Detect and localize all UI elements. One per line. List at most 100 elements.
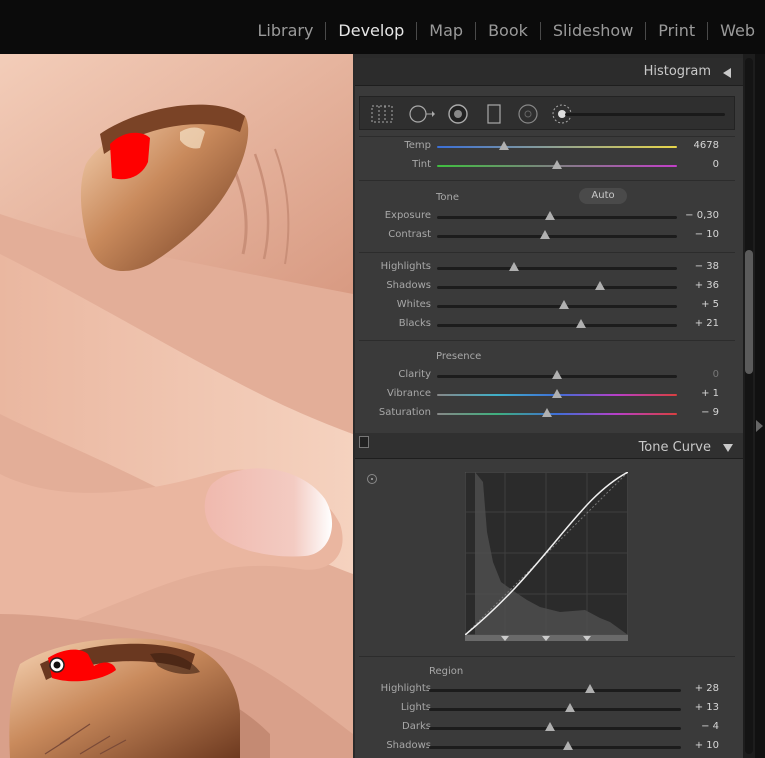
whites-track[interactable]	[437, 305, 677, 308]
module-slideshow[interactable]: Slideshow	[541, 19, 645, 43]
contrast-slider-row[interactable]: Contrast − 10	[359, 227, 735, 246]
vibrance-slider-row[interactable]: Vibrance + 1	[359, 386, 735, 405]
curve-lights-track[interactable]	[429, 708, 681, 711]
vibrance-value[interactable]: + 1	[701, 388, 719, 399]
shadows-thumb[interactable]	[595, 281, 606, 290]
saturation-label: Saturation	[378, 407, 431, 418]
module-map[interactable]: Map	[417, 19, 475, 43]
region-group-title: Region	[429, 666, 464, 677]
histogram-header[interactable]: Histogram	[355, 58, 743, 86]
exposure-thumb[interactable]	[544, 211, 555, 220]
curve-highlights-track[interactable]	[429, 689, 681, 692]
panel-scrollbar[interactable]	[743, 54, 755, 758]
scroll-thumb[interactable]	[745, 250, 753, 374]
curve-shadows-thumb[interactable]	[562, 741, 573, 750]
whites-value[interactable]: + 5	[701, 299, 719, 310]
panel-expand-arrow-icon[interactable]	[756, 420, 763, 432]
curve-darks-track[interactable]	[429, 727, 681, 730]
module-book[interactable]: Book	[476, 19, 540, 43]
saturation-track[interactable]	[437, 413, 677, 415]
white-balance-section: Temp 4678 Tint 0	[359, 138, 735, 178]
presence-section: Clarity 0 Vibrance + 1 Saturation − 9	[359, 367, 735, 427]
expand-triangle-icon[interactable]	[723, 444, 733, 452]
highlights-track[interactable]	[437, 267, 677, 270]
temp-track[interactable]	[437, 146, 677, 148]
shadows-slider-row[interactable]: Shadows + 36	[359, 278, 735, 297]
vibrance-thumb[interactable]	[552, 389, 562, 398]
curve-darks-slider-row[interactable]: Darks − 4	[359, 719, 735, 738]
curve-highlights-slider-row[interactable]: Highlights + 28	[359, 681, 735, 700]
photo-canvas[interactable]	[0, 54, 353, 758]
exposure-slider-row[interactable]: Exposure − 0,30	[359, 208, 735, 227]
radial-filter-icon[interactable]	[516, 104, 540, 128]
saturation-value[interactable]: − 9	[701, 407, 719, 418]
red-eye-icon[interactable]	[446, 104, 470, 128]
tone-group-title: Tone	[436, 192, 460, 203]
tone-curve-header[interactable]: Tone Curve	[355, 433, 743, 459]
shadows-value[interactable]: + 36	[695, 280, 719, 291]
highlights-value[interactable]: − 38	[695, 261, 719, 272]
blacks-thumb[interactable]	[576, 319, 586, 328]
spot-removal-icon[interactable]	[408, 104, 436, 128]
shadows-track[interactable]	[437, 286, 677, 289]
blacks-label: Blacks	[398, 318, 431, 329]
curve-shadows-value[interactable]: + 10	[695, 740, 719, 751]
curve-darks-value[interactable]: − 4	[701, 721, 719, 732]
saturation-slider-row[interactable]: Saturation − 9	[359, 405, 735, 424]
temp-slider-row[interactable]: Temp 4678	[359, 138, 735, 157]
curve-highlights-label: Highlights	[380, 683, 431, 694]
tool-size-slider[interactable]	[565, 113, 725, 116]
tint-thumb[interactable]	[552, 160, 562, 169]
blacks-value[interactable]: + 21	[695, 318, 719, 329]
whites-slider-row[interactable]: Whites + 5	[359, 297, 735, 316]
exposure-track[interactable]	[437, 216, 677, 219]
curve-highlights-value[interactable]: + 28	[695, 683, 719, 694]
adjustment-brush-icon[interactable]	[550, 104, 574, 128]
curve-shadows-label: Shadows	[386, 740, 431, 751]
auto-tone-button[interactable]: Auto	[579, 188, 627, 204]
curve-shadows-slider-row[interactable]: Shadows + 10	[359, 738, 735, 757]
divider	[359, 136, 735, 137]
divider	[359, 180, 735, 181]
scroll-track[interactable]	[745, 58, 753, 754]
curve-lights-thumb[interactable]	[565, 703, 576, 712]
highlights-thumb[interactable]	[508, 262, 519, 271]
contrast-thumb[interactable]	[540, 230, 550, 239]
curve-lights-value[interactable]: + 13	[695, 702, 719, 713]
exposure-label: Exposure	[384, 210, 431, 221]
curve-darks-thumb[interactable]	[544, 722, 555, 731]
temp-label: Temp	[404, 140, 431, 151]
presence-group-title: Presence	[436, 351, 482, 362]
curve-shadows-track[interactable]	[429, 746, 681, 749]
contrast-value[interactable]: − 10	[695, 229, 719, 240]
tint-value[interactable]: 0	[713, 159, 719, 170]
saturation-thumb[interactable]	[542, 408, 553, 417]
module-develop[interactable]: Develop	[326, 19, 416, 43]
highlights-slider-row[interactable]: Highlights − 38	[359, 259, 735, 278]
module-bar: Library Develop Map Book Slideshow Print…	[0, 0, 765, 54]
module-print[interactable]: Print	[646, 19, 707, 43]
clarity-thumb[interactable]	[552, 370, 562, 379]
tint-slider-row[interactable]: Tint 0	[359, 157, 735, 176]
blacks-track[interactable]	[437, 324, 677, 327]
tone-curve-toggle[interactable]	[359, 436, 369, 448]
whites-thumb[interactable]	[559, 300, 570, 309]
exposure-value[interactable]: − 0,30	[685, 210, 719, 221]
targeted-adjustment-icon[interactable]	[367, 474, 377, 484]
curve-highlights-thumb[interactable]	[585, 684, 596, 693]
tone-curve-graph[interactable]	[464, 471, 629, 641]
histogram-title: Histogram	[643, 64, 711, 79]
crop-overlay-icon[interactable]	[370, 104, 394, 128]
curve-lights-slider-row[interactable]: Lights + 13	[359, 700, 735, 719]
temp-thumb[interactable]	[499, 141, 510, 150]
collapse-triangle-icon[interactable]	[723, 68, 731, 78]
module-library[interactable]: Library	[245, 19, 325, 43]
divider	[359, 340, 735, 341]
contrast-track[interactable]	[437, 235, 677, 238]
clarity-value[interactable]: 0	[713, 369, 719, 380]
clarity-slider-row[interactable]: Clarity 0	[359, 367, 735, 386]
module-web[interactable]: Web	[708, 19, 765, 43]
blacks-slider-row[interactable]: Blacks + 21	[359, 316, 735, 335]
temp-value[interactable]: 4678	[694, 140, 719, 151]
graduated-filter-icon[interactable]	[484, 104, 504, 128]
